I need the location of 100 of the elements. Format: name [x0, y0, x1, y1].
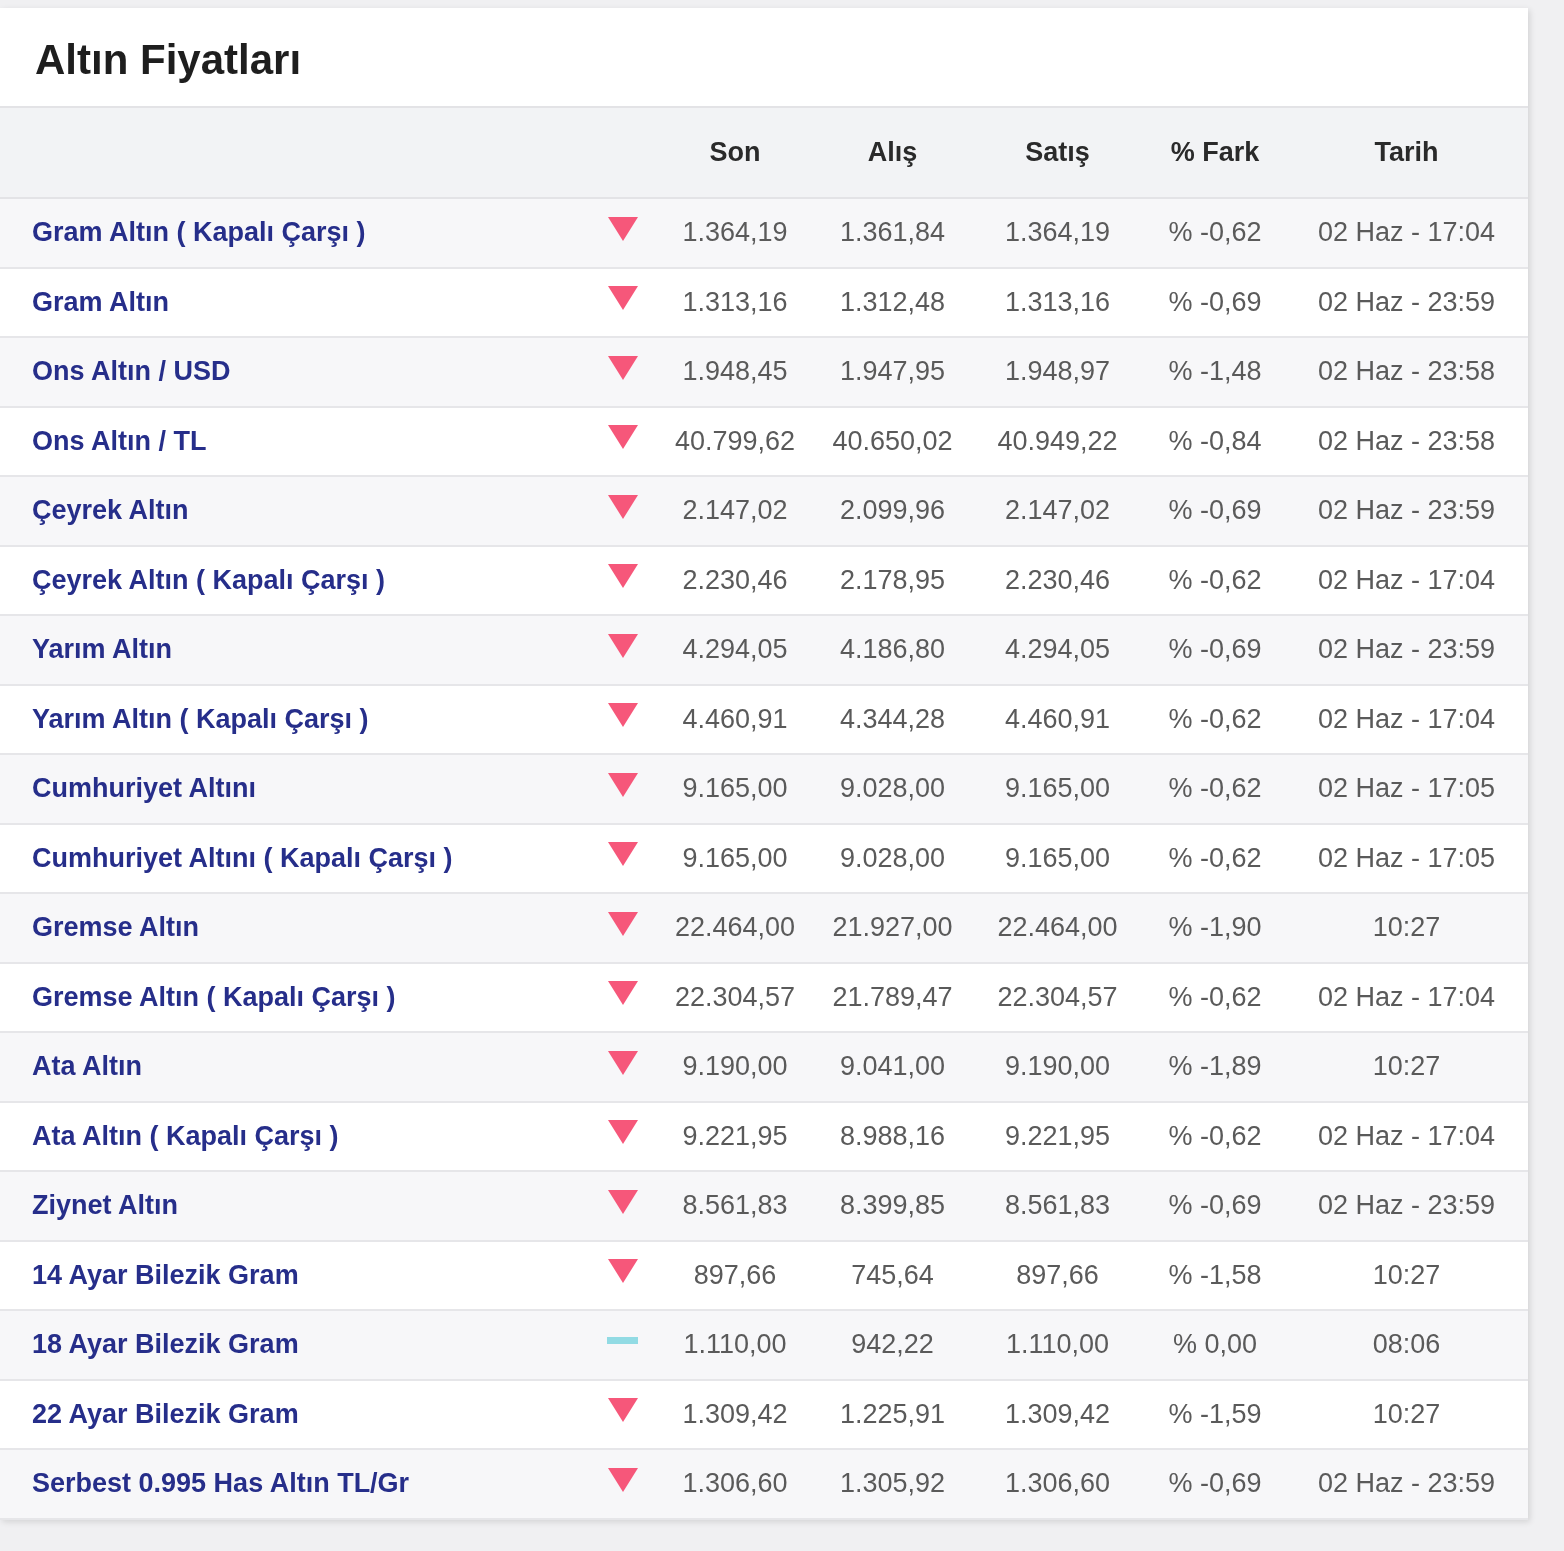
instrument-link[interactable]: Cumhuriyet Altını ( Kapalı Çarşı ) [32, 842, 453, 873]
table-cell-text: % -0,62 [1167, 217, 1263, 249]
table-cell-text: 4.294,05 [1003, 634, 1112, 666]
column-header: % Fark [1169, 137, 1261, 168]
table-cell-text: 1.947,95 [838, 356, 947, 388]
table-cell-text: 9.041,00 [838, 1051, 947, 1083]
table-cell-text: 9.221,95 [681, 1120, 789, 1152]
table-cell-text: 02 Haz - 23:59 [1316, 286, 1497, 318]
table-cell-text: 40.799,62 [673, 425, 797, 457]
table-cell-text: % -0,69 [1167, 495, 1263, 527]
table-cell-text: 1.312,48 [838, 286, 947, 318]
table-cell-text: 2.099,96 [838, 495, 947, 527]
table-cell-text: 02 Haz - 17:05 [1316, 842, 1497, 874]
table-cell-text: 8.399,85 [838, 1190, 947, 1222]
instrument-link[interactable]: Cumhuriyet Altını [32, 773, 256, 804]
table-cell-text: 10:27 [1371, 1259, 1442, 1291]
table-cell-text: 1.361,84 [838, 217, 947, 249]
table-cell-text: 21.927,00 [831, 912, 954, 944]
table-cell-text: % -1,59 [1167, 1398, 1263, 1430]
table-cell-text: 10:27 [1371, 912, 1442, 944]
table-cell-text: 1.306,60 [1003, 1468, 1112, 1500]
table-cell-text: 1.110,00 [1004, 1329, 1111, 1361]
table-cell-text: % -0,69 [1167, 1190, 1263, 1222]
table-cell-text: 9.190,00 [681, 1051, 789, 1083]
instrument-link[interactable]: Ata Altın [32, 1051, 142, 1082]
instrument-link[interactable]: Çeyrek Altın ( Kapalı Çarşı ) [32, 564, 386, 595]
table-cell-text: 4.186,80 [838, 634, 947, 666]
table-cell-text: % -1,58 [1167, 1259, 1263, 1291]
table-cell-text: 02 Haz - 17:04 [1316, 1120, 1497, 1152]
table-cell-text: % -0,62 [1167, 981, 1263, 1013]
table-cell-text: 8.988,16 [838, 1120, 947, 1152]
instrument-link[interactable]: 14 Ayar Bilezik Gram [32, 1259, 299, 1290]
table-cell-text: 02 Haz - 23:58 [1316, 425, 1497, 457]
instrument-link[interactable]: Ons Altın / USD [32, 356, 231, 387]
table-cell-text: 1.364,19 [1003, 217, 1112, 249]
table-cell-text: 9.165,00 [681, 773, 789, 805]
table-cell-text: 1.309,42 [1003, 1398, 1112, 1430]
table-cell-text: 02 Haz - 23:59 [1316, 634, 1497, 666]
table-cell-text: 1.313,16 [1003, 286, 1112, 318]
instrument-link[interactable]: Gram Altın ( Kapalı Çarşı ) [32, 217, 366, 248]
table-cell-text: 9.165,00 [681, 842, 789, 874]
table-cell-text: 9.221,95 [1003, 1120, 1112, 1152]
column-header: Satış [1024, 137, 1091, 168]
table-cell-text: 2.230,46 [1003, 564, 1112, 596]
table-cell-text: 08:06 [1371, 1329, 1442, 1361]
column-header: Alış [866, 137, 919, 168]
table-cell-text: % 0,00 [1171, 1329, 1259, 1361]
table-cell-text: 4.460,91 [681, 703, 789, 735]
table-cell-text: 9.165,00 [1003, 773, 1112, 805]
instrument-link[interactable]: Yarım Altın [32, 634, 173, 665]
instrument-link[interactable]: Gremse Altın [32, 912, 200, 943]
table-cell-text: % -1,48 [1167, 356, 1263, 388]
table-cell-text: 2.230,46 [681, 564, 789, 596]
table-cell-text: % -0,69 [1167, 286, 1263, 318]
instrument-link[interactable]: 18 Ayar Bilezik Gram [32, 1329, 299, 1360]
table-cell-text: 2.147,02 [681, 495, 789, 527]
table-cell-text: 8.561,83 [681, 1190, 789, 1222]
instrument-link[interactable]: Ata Altın ( Kapalı Çarşı ) [32, 1120, 339, 1151]
table-cell-text: 9.028,00 [838, 773, 947, 805]
table-cell-text: 22.464,00 [673, 912, 797, 944]
table-cell-text: 745,64 [850, 1259, 935, 1291]
table-cell-text: 1.313,16 [681, 286, 789, 318]
table-cell-text: 40.949,22 [996, 425, 1119, 457]
table-cell-text: 02 Haz - 23:59 [1316, 1190, 1497, 1222]
table-cell-text: 1.309,42 [681, 1398, 789, 1430]
instrument-link[interactable]: 22 Ayar Bilezik Gram [32, 1398, 299, 1429]
table-cell-text: 10:27 [1371, 1398, 1442, 1430]
table-cell-text: 02 Haz - 23:59 [1316, 495, 1497, 527]
table-cell-text: 897,66 [692, 1259, 778, 1291]
table-cell-text: 02 Haz - 17:04 [1316, 703, 1497, 735]
table-cell-text: 4.294,05 [681, 634, 789, 666]
table-cell-text: 8.561,83 [1003, 1190, 1112, 1222]
table-cell-text: 02 Haz - 17:05 [1316, 773, 1497, 805]
table-cell-text: % -0,62 [1167, 773, 1263, 805]
table-cell-text: 9.190,00 [1003, 1051, 1112, 1083]
table-cell-text: 942,22 [850, 1329, 935, 1361]
table-cell-text: 1.225,91 [838, 1398, 947, 1430]
instrument-link[interactable]: Ons Altın / TL [32, 425, 207, 456]
table-cell-text: 02 Haz - 17:04 [1316, 981, 1497, 1013]
instrument-link[interactable]: Gram Altın [32, 286, 170, 317]
instrument-link[interactable]: Yarım Altın ( Kapalı Çarşı ) [32, 703, 369, 734]
table-cell-text: 1.306,60 [681, 1468, 789, 1500]
table-cell-text: % -1,90 [1167, 912, 1263, 944]
table-cell-text: 40.650,02 [831, 425, 954, 457]
instrument-link[interactable]: Çeyrek Altın [32, 495, 189, 526]
table-cell-text: 9.165,00 [1003, 842, 1112, 874]
instrument-link[interactable]: Ziynet Altın [32, 1190, 178, 1221]
instrument-link[interactable]: Gremse Altın ( Kapalı Çarşı ) [32, 981, 396, 1012]
table-cell-text: 10:27 [1371, 1051, 1442, 1083]
column-header: Tarih [1373, 137, 1440, 168]
table-cell-text: % -0,69 [1167, 1468, 1263, 1500]
table-cell-text: 4.344,28 [838, 703, 947, 735]
table-cell-text: 897,66 [1015, 1259, 1100, 1291]
table-cell-text: % -0,62 [1167, 1120, 1263, 1152]
table-cell-text: 1.110,00 [682, 1329, 788, 1361]
instrument-link[interactable]: Serbest 0.995 Has Altın TL/Gr [32, 1468, 410, 1499]
table-cell-text: % -0,69 [1167, 634, 1263, 666]
table-cell-text: % -1,89 [1167, 1051, 1263, 1083]
table-cell-text: 02 Haz - 17:04 [1316, 564, 1497, 596]
table-cell-text: 02 Haz - 17:04 [1316, 217, 1497, 249]
